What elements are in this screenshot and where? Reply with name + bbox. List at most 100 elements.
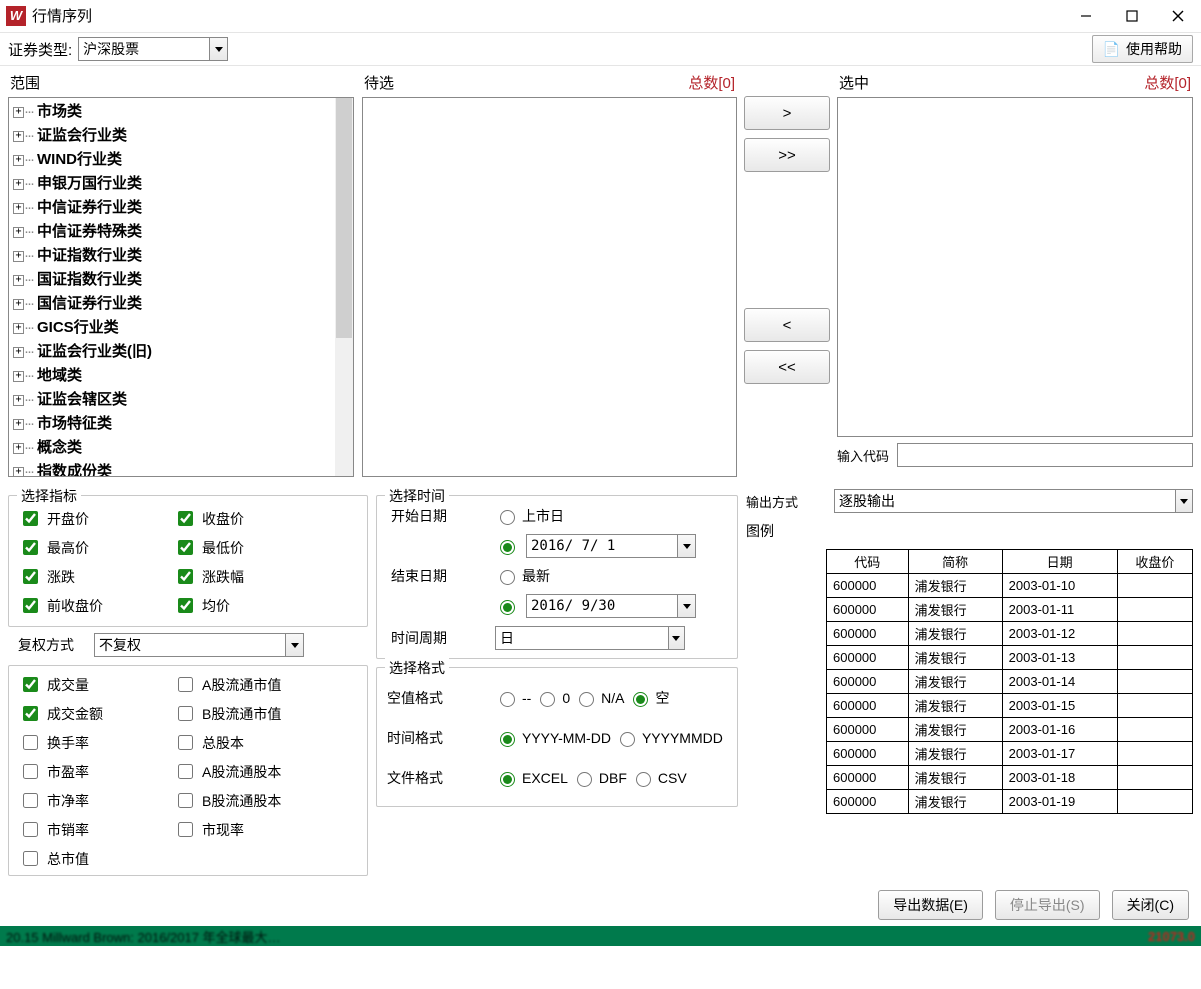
tree-item[interactable]: +···指数成份类 bbox=[13, 460, 351, 477]
move-right-button[interactable]: > bbox=[744, 96, 830, 130]
expand-icon[interactable]: + bbox=[13, 179, 24, 190]
tree-item[interactable]: +···GICS行业类 bbox=[13, 316, 351, 340]
extra-checkbox[interactable]: 市盈率 bbox=[19, 759, 174, 784]
indicator-checkbox[interactable]: 均价 bbox=[174, 593, 329, 618]
extra-checkbox[interactable]: A股流通市值 bbox=[174, 672, 344, 697]
expand-icon[interactable]: + bbox=[13, 395, 24, 406]
expand-icon[interactable]: + bbox=[13, 275, 24, 286]
expand-icon[interactable]: + bbox=[13, 131, 24, 142]
expand-icon[interactable]: + bbox=[13, 107, 24, 118]
expand-icon[interactable]: + bbox=[13, 299, 24, 310]
nullfmt-option[interactable]: -- bbox=[495, 689, 531, 707]
tree-item[interactable]: +···WIND行业类 bbox=[13, 148, 351, 172]
indicator-checkbox[interactable]: 前收盘价 bbox=[19, 593, 174, 618]
tree-scrollbar[interactable] bbox=[335, 98, 353, 476]
chevron-down-icon[interactable] bbox=[1175, 490, 1192, 512]
chevron-down-icon[interactable] bbox=[677, 595, 695, 617]
minimize-button[interactable] bbox=[1063, 1, 1109, 31]
nullfmt-option[interactable]: N/A bbox=[574, 689, 624, 707]
end-date-radio[interactable] bbox=[495, 597, 518, 615]
timefmt-option[interactable]: YYYY-MM-DD bbox=[495, 729, 611, 747]
help-button[interactable]: 📄 使用帮助 bbox=[1092, 35, 1193, 63]
export-button[interactable]: 导出数据(E) bbox=[878, 890, 983, 920]
tree-item[interactable]: +···国证指数行业类 bbox=[13, 268, 351, 292]
tree-item[interactable]: +···中信证券特殊类 bbox=[13, 220, 351, 244]
indicator-checkbox[interactable]: 最低价 bbox=[174, 535, 329, 560]
fq-value[interactable] bbox=[95, 637, 285, 653]
expand-icon[interactable]: + bbox=[13, 443, 24, 454]
close-dialog-button[interactable]: 关闭(C) bbox=[1112, 890, 1189, 920]
code-input[interactable] bbox=[897, 443, 1193, 467]
indicator-checkbox[interactable]: 收盘价 bbox=[174, 506, 329, 531]
chevron-down-icon[interactable] bbox=[209, 38, 227, 60]
extra-checkbox[interactable]: 市现率 bbox=[174, 817, 344, 842]
extra-checkbox[interactable]: 总股本 bbox=[174, 730, 344, 755]
chevron-down-icon[interactable] bbox=[668, 627, 684, 649]
tree-item[interactable]: +···市场类 bbox=[13, 100, 351, 124]
extra-checkbox[interactable]: 市净率 bbox=[19, 788, 174, 813]
extra-checkbox[interactable]: 市销率 bbox=[19, 817, 174, 842]
output-mode-select[interactable] bbox=[834, 489, 1193, 513]
start-date-field[interactable] bbox=[526, 534, 696, 558]
extra-checkbox[interactable]: 成交金额 bbox=[19, 701, 174, 726]
period-select[interactable] bbox=[495, 626, 685, 650]
end-latest-radio[interactable]: 最新 bbox=[495, 566, 550, 586]
filefmt-option[interactable]: CSV bbox=[631, 769, 687, 787]
extra-checkbox[interactable]: 换手率 bbox=[19, 730, 174, 755]
timefmt-option[interactable]: YYYYMMDD bbox=[615, 729, 723, 747]
expand-icon[interactable]: + bbox=[13, 323, 24, 334]
tree-item[interactable]: +···概念类 bbox=[13, 436, 351, 460]
tree-item[interactable]: +···中证指数行业类 bbox=[13, 244, 351, 268]
move-left-button[interactable]: < bbox=[744, 308, 830, 342]
indicator-checkbox[interactable]: 开盘价 bbox=[19, 506, 174, 531]
candidate-list[interactable] bbox=[362, 97, 737, 477]
fq-select[interactable] bbox=[94, 633, 304, 657]
extra-checkbox[interactable]: 成交量 bbox=[19, 672, 174, 697]
start-listday-radio[interactable]: 上市日 bbox=[495, 506, 564, 526]
expand-icon[interactable]: + bbox=[13, 467, 24, 478]
range-tree[interactable]: +···市场类+···证监会行业类+···WIND行业类+···申银万国行业类+… bbox=[8, 97, 354, 477]
chevron-down-icon[interactable] bbox=[285, 634, 303, 656]
filefmt-option[interactable]: EXCEL bbox=[495, 769, 568, 787]
extra-checkbox[interactable]: B股流通股本 bbox=[174, 788, 344, 813]
security-type-select[interactable] bbox=[78, 37, 228, 61]
tree-item[interactable]: +···证监会行业类 bbox=[13, 124, 351, 148]
indicator-checkbox[interactable]: 涨跌 bbox=[19, 564, 174, 589]
tree-item[interactable]: +···市场特征类 bbox=[13, 412, 351, 436]
maximize-button[interactable] bbox=[1109, 1, 1155, 31]
move-all-right-button[interactable]: >> bbox=[744, 138, 830, 172]
nullfmt-option[interactable]: 空 bbox=[628, 688, 669, 708]
nullfmt-option[interactable]: 0 bbox=[535, 689, 570, 707]
tree-item[interactable]: +···国信证券行业类 bbox=[13, 292, 351, 316]
tree-item[interactable]: +···中信证券行业类 bbox=[13, 196, 351, 220]
indicator-legend: 选择指标 bbox=[17, 486, 81, 506]
chevron-down-icon[interactable] bbox=[677, 535, 695, 557]
security-type-value[interactable] bbox=[79, 41, 209, 57]
filefmt-option[interactable]: DBF bbox=[572, 769, 627, 787]
close-button[interactable] bbox=[1155, 1, 1201, 31]
start-date-radio[interactable] bbox=[495, 537, 518, 555]
expand-icon[interactable]: + bbox=[13, 203, 24, 214]
tree-item[interactable]: +···证监会行业类(旧) bbox=[13, 340, 351, 364]
expand-icon[interactable]: + bbox=[13, 419, 24, 430]
tree-item[interactable]: +···申银万国行业类 bbox=[13, 172, 351, 196]
expand-icon[interactable]: + bbox=[13, 155, 24, 166]
expand-icon[interactable]: + bbox=[13, 227, 24, 238]
indicator-checkbox[interactable]: 最高价 bbox=[19, 535, 174, 560]
extra-checkbox[interactable]: 总市值 bbox=[19, 846, 174, 871]
move-all-left-button[interactable]: << bbox=[744, 350, 830, 384]
tree-item[interactable]: +···证监会辖区类 bbox=[13, 388, 351, 412]
stop-export-button[interactable]: 停止导出(S) bbox=[995, 890, 1100, 920]
expand-icon[interactable]: + bbox=[13, 371, 24, 382]
table-cell: 2003-01-18 bbox=[1002, 766, 1117, 790]
expand-icon[interactable]: + bbox=[13, 251, 24, 262]
table-cell bbox=[1117, 670, 1192, 694]
selected-list[interactable] bbox=[837, 97, 1193, 437]
end-date-field[interactable] bbox=[526, 594, 696, 618]
tree-item[interactable]: +···地域类 bbox=[13, 364, 351, 388]
expand-icon[interactable]: + bbox=[13, 347, 24, 358]
extra-checkbox[interactable]: A股流通股本 bbox=[174, 759, 344, 784]
scroll-thumb[interactable] bbox=[336, 98, 352, 338]
indicator-checkbox[interactable]: 涨跌幅 bbox=[174, 564, 329, 589]
extra-checkbox[interactable]: B股流通市值 bbox=[174, 701, 344, 726]
